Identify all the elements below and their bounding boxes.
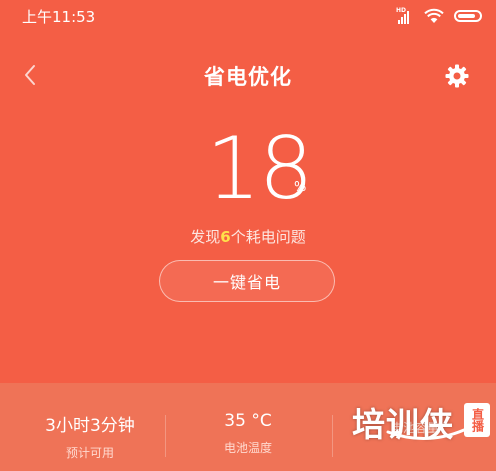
live-badge-text: 直播 bbox=[470, 408, 485, 432]
stat-label: 电池温度 bbox=[223, 441, 272, 455]
power-saving-screen: 上午11:53 HD 省电优化 18 % 发现6个耗电问题 一键省电 3小时3分… bbox=[0, 0, 496, 471]
battery-icon bbox=[454, 10, 482, 22]
cellular-signal-icon: HD bbox=[396, 8, 414, 24]
one-tap-save-button[interactable]: 一键省电 bbox=[159, 260, 335, 302]
score-value: 18 bbox=[206, 119, 313, 219]
issue-count: 6 bbox=[220, 228, 231, 246]
issue-suffix: 个耗电问题 bbox=[230, 228, 306, 246]
status-icons: HD bbox=[396, 7, 482, 25]
page-title: 省电优化 bbox=[204, 65, 292, 89]
stat-value: 35 °C bbox=[224, 411, 272, 431]
stat-value: 3小时3分钟 bbox=[45, 416, 135, 436]
status-time: 上午11:53 bbox=[22, 8, 96, 26]
watermark-logo: 培训侠 直播 bbox=[352, 398, 496, 471]
stat-label: 预计可用 bbox=[65, 446, 114, 460]
issue-summary: 发现6个耗电问题 bbox=[0, 226, 496, 247]
stat-estimated-time: 3小时3分钟 预计可用 bbox=[8, 411, 172, 461]
battery-level-fill bbox=[458, 14, 475, 18]
status-bar: 上午11:53 HD bbox=[0, 0, 496, 32]
wifi-icon bbox=[424, 8, 444, 23]
swoosh-icon bbox=[386, 428, 466, 441]
battery-score: 18 % bbox=[0, 118, 496, 218]
live-badge: 直播 bbox=[464, 403, 490, 437]
issue-prefix: 发现 bbox=[190, 228, 221, 246]
stat-battery-temperature: 35 °C 电池温度 bbox=[166, 411, 330, 456]
gear-icon[interactable] bbox=[445, 64, 469, 88]
score-unit: % bbox=[294, 180, 307, 195]
